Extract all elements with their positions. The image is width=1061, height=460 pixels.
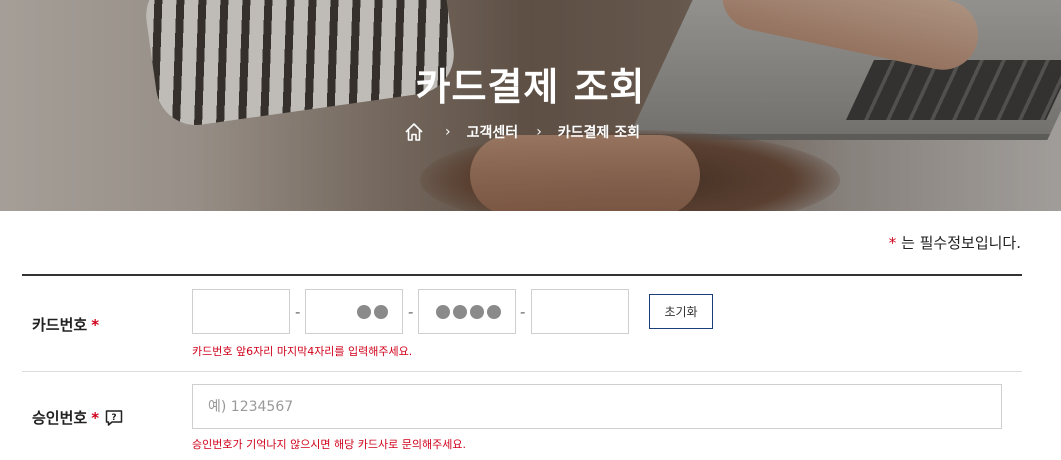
hero-banner: 카드결제 조회 › 고객센터 › 카드결제 조회 [0, 0, 1061, 211]
svg-text:?: ? [111, 413, 116, 423]
required-star: * [91, 315, 100, 334]
page-title: 카드결제 조회 [415, 65, 646, 109]
help-question-icon[interactable]: ? [105, 409, 123, 427]
required-star: * [888, 234, 897, 252]
breadcrumb-item-customer-center[interactable]: 고객센터 [467, 122, 519, 142]
card-number-label: 카드번호 * [32, 314, 99, 335]
breadcrumb: › 고객센터 › 카드결제 조회 [0, 121, 1061, 143]
approval-number-input[interactable] [192, 384, 1002, 429]
masked-digit-dot [436, 304, 450, 319]
approval-number-hint: 승인번호가 기억나지 않으시면 해당 카드사로 문의해주세요. [192, 438, 466, 451]
required-note-text: 는 필수정보입니다. [901, 234, 1021, 252]
card-number-label-text: 카드번호 [32, 316, 88, 334]
card-number-segment-3[interactable] [418, 289, 516, 334]
required-star: * [91, 408, 100, 427]
approval-number-label: 승인번호 * ? [32, 407, 123, 428]
card-number-separator: - [295, 303, 301, 321]
card-number-segment-4[interactable] [531, 289, 629, 334]
card-number-segment-1[interactable] [192, 289, 290, 334]
form-top-divider [22, 274, 1022, 276]
card-number-segment-2[interactable] [305, 289, 403, 334]
breadcrumb-separator-icon: › [445, 124, 451, 140]
masked-digit-dot [470, 304, 484, 319]
reset-button[interactable]: 초기화 [649, 294, 713, 329]
required-note: * 는 필수정보입니다. [889, 232, 1021, 253]
card-number-separator: - [408, 303, 414, 321]
card-number-separator: - [520, 303, 526, 321]
row-divider [22, 371, 1022, 372]
masked-digit-dot [487, 304, 501, 319]
masked-digit-dot [453, 304, 467, 319]
approval-number-label-text: 승인번호 [32, 409, 88, 427]
masked-digit-dot [357, 304, 371, 319]
masked-digit-dot [374, 304, 388, 319]
breadcrumb-separator-icon: › [536, 124, 542, 140]
breadcrumb-item-current: 카드결제 조회 [557, 125, 640, 141]
card-number-hint: 카드번호 앞6자리 마지막4자리를 입력해주세요. [192, 345, 413, 358]
home-icon[interactable] [403, 121, 425, 143]
